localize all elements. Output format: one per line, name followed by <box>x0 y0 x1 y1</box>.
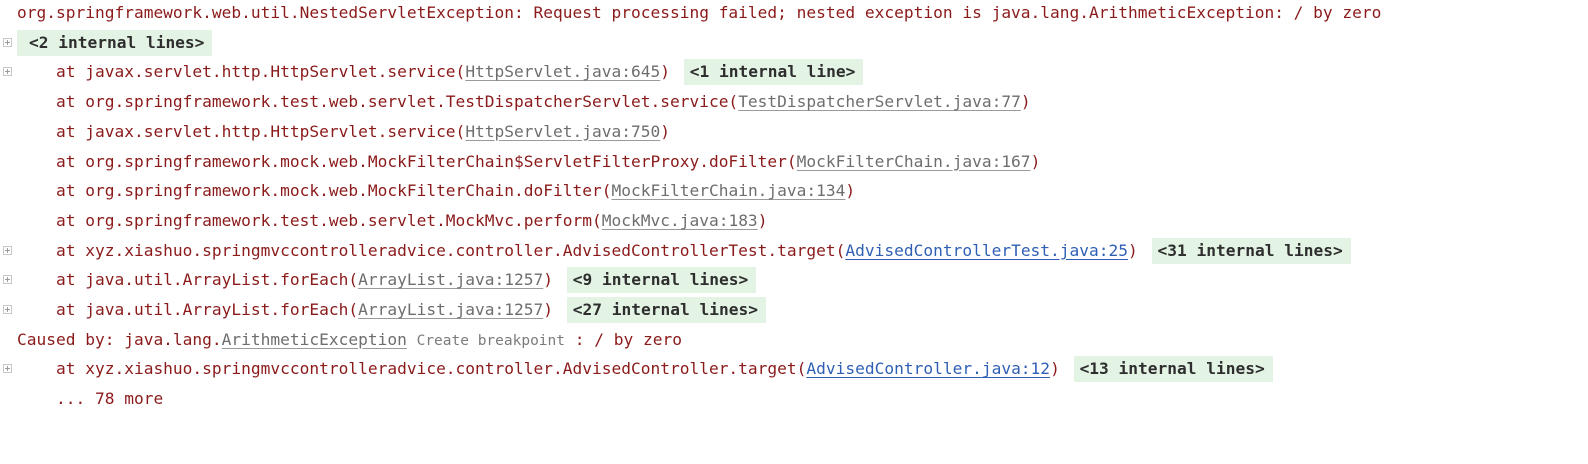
exception-class-link[interactable]: ArithmeticException <box>222 330 407 349</box>
frame-text: at javax.servlet.http.HttpServlet.servic… <box>17 62 466 82</box>
more-frames-line: ... 78 more <box>0 386 1588 416</box>
source-link[interactable]: AdvisedControllerTest.java:25 <box>845 241 1128 260</box>
source-link[interactable]: HttpServlet.java:645 <box>465 62 660 81</box>
source-link[interactable]: ArrayList.java:1257 <box>358 300 543 319</box>
frame-close: ) <box>543 270 554 290</box>
frame-text: at org.springframework.mock.web.MockFilt… <box>17 151 797 171</box>
internal-lines-fold[interactable]: <27 internal lines> <box>566 297 766 323</box>
expand-fold-icon[interactable] <box>3 275 12 285</box>
source-link[interactable]: TestDispatcherServlet.java:77 <box>738 92 1021 111</box>
frame-text: at xyz.xiashuo.springmvccontrolleradvice… <box>17 240 846 260</box>
stack-frame-line: at java.util.ArrayList.forEach(ArrayList… <box>0 297 1588 327</box>
stack-frame-line: at xyz.xiashuo.springmvccontrolleradvice… <box>0 237 1588 268</box>
caused-by-line: Caused by: java.lang.ArithmeticException… <box>0 327 1588 357</box>
frame-text: at javax.servlet.http.HttpServlet.servic… <box>17 121 466 141</box>
exception-header-text: org.springframework.web.util.NestedServl… <box>17 3 1382 22</box>
expand-fold-icon[interactable] <box>3 67 12 77</box>
frame-close: ) <box>1128 240 1138 260</box>
more-frames-text: ... 78 more <box>17 389 164 409</box>
frame-close: ) <box>660 62 670 82</box>
exception-header-line: org.springframework.web.util.NestedServl… <box>0 0 1588 30</box>
frame-text: at java.util.ArrayList.forEach( <box>17 270 359 290</box>
expand-fold-icon[interactable] <box>3 37 12 47</box>
frame-close: ) <box>543 300 554 319</box>
frame-close: ) <box>1030 151 1041 171</box>
expand-fold-icon[interactable] <box>3 305 12 314</box>
internal-lines-fold[interactable]: <31 internal lines> <box>1151 237 1351 264</box>
stack-frame-line: at javax.servlet.http.HttpServlet.servic… <box>0 119 1588 149</box>
create-breakpoint-hint[interactable]: Create breakpoint <box>417 333 565 349</box>
internal-lines-fold[interactable]: <2 internal lines> <box>17 29 213 56</box>
frame-text: at java.util.ArrayList.forEach( <box>17 300 359 319</box>
stack-frame-line: at xyz.xiashuo.springmvccontrolleradvice… <box>0 356 1588 386</box>
frame-text: at org.springframework.test.web.servlet.… <box>17 210 602 230</box>
console-output: org.springframework.web.util.NestedServl… <box>0 0 1588 422</box>
expand-fold-icon[interactable] <box>3 364 12 374</box>
source-link[interactable]: ArrayList.java:1257 <box>358 270 543 289</box>
stack-frame-line: at javax.servlet.http.HttpServlet.servic… <box>0 59 1588 89</box>
frame-close: ) <box>845 181 856 201</box>
fold-line[interactable]: <2 internal lines> <box>0 29 1588 60</box>
frame-close: ) <box>757 210 768 230</box>
frame-close: ) <box>1020 92 1031 112</box>
stack-frame-line: at org.springframework.test.web.servlet.… <box>0 89 1588 119</box>
expand-fold-icon[interactable] <box>3 245 12 255</box>
source-link[interactable]: MockFilterChain.java:167 <box>797 152 1031 171</box>
internal-lines-fold[interactable]: <13 internal lines> <box>1073 356 1273 383</box>
stack-frame-line: at java.util.ArrayList.forEach(ArrayList… <box>0 267 1588 297</box>
caused-by-message: : / by zero <box>565 329 682 349</box>
source-link[interactable]: AdvisedController.java:12 <box>806 359 1050 378</box>
frame-text: at org.springframework.test.web.servlet.… <box>17 92 739 112</box>
caused-by-text: Caused by: java.lang. <box>17 329 222 349</box>
stack-frame-line: at org.springframework.mock.web.MockFilt… <box>0 178 1588 208</box>
frame-close: ) <box>660 121 670 141</box>
internal-lines-fold[interactable]: <9 internal lines> <box>566 267 757 294</box>
frame-text: at xyz.xiashuo.springmvccontrolleradvice… <box>17 359 807 379</box>
stack-frame-line: at org.springframework.mock.web.MockFilt… <box>0 149 1588 179</box>
source-link[interactable]: MockFilterChain.java:134 <box>612 181 846 200</box>
source-link[interactable]: HttpServlet.java:750 <box>465 122 660 141</box>
stack-frame-line: at org.springframework.test.web.servlet.… <box>0 208 1588 238</box>
internal-lines-fold[interactable]: <1 internal line> <box>683 59 864 86</box>
source-link[interactable]: MockMvc.java:183 <box>602 211 758 230</box>
frame-close: ) <box>1050 359 1060 379</box>
frame-text: at org.springframework.mock.web.MockFilt… <box>17 181 612 201</box>
